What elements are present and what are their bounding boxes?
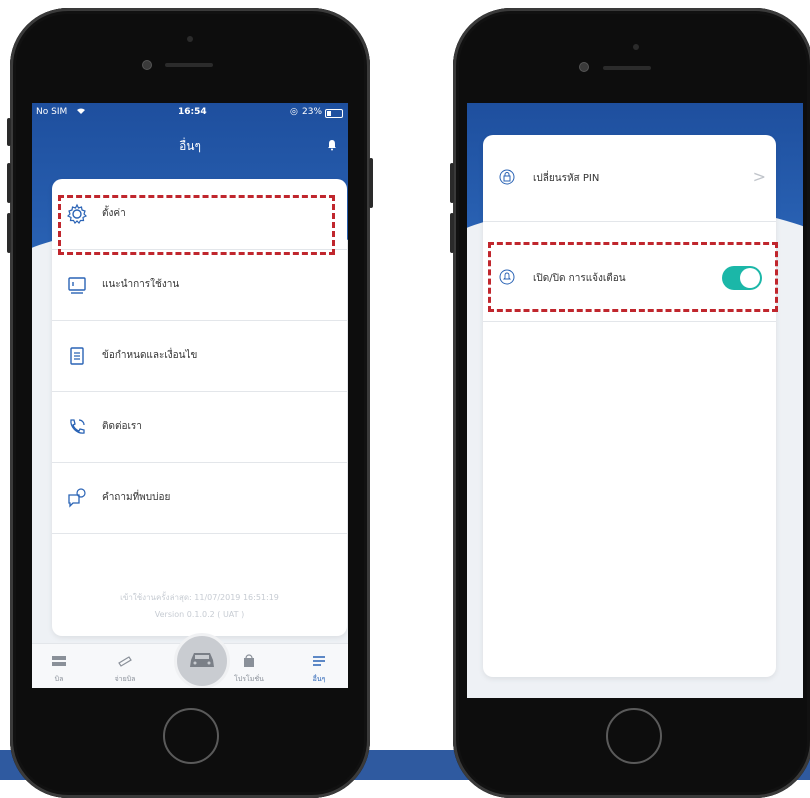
home-button (606, 708, 662, 764)
front-camera (579, 62, 589, 72)
tab-label: จ่ายบิล (114, 675, 136, 683)
chevron-right-icon: > (752, 167, 766, 186)
phone-icon (70, 419, 85, 434)
bill-icon (52, 656, 66, 666)
bag-icon (244, 654, 254, 667)
tab-pay-bill[interactable]: จ่ายบิล (100, 644, 150, 688)
earpiece-speaker (165, 63, 213, 67)
tab-others[interactable]: อื่นๆ (294, 644, 344, 688)
document-icon (70, 347, 84, 365)
tab-promotion[interactable]: โปรโมชั่น (224, 644, 274, 688)
last-login-text: เข้าใช้งานครั้งล่าสุด: 11/07/2019 16:51:… (120, 593, 279, 602)
screen-settings: เปลี่ยนรหัส PIN > เปิด/ปิด การแจ้งเตือน (467, 103, 803, 698)
settings-card: เปลี่ยนรหัส PIN > เปิด/ปิด การแจ้งเตือน (483, 135, 776, 677)
setting-label: เปลี่ยนรหัส PIN (533, 173, 600, 184)
status-time: 16:54 (178, 107, 207, 117)
car-icon (190, 653, 214, 667)
menu-item-contact[interactable]: ติดต่อเรา (52, 392, 347, 463)
menu-item-faq[interactable]: คำถามที่พบบ่อย (52, 463, 347, 534)
faq-icon (68, 488, 86, 508)
volume-down-button (450, 213, 454, 253)
version-text: Version 0.1.0.2 ( UAT ) (154, 610, 245, 619)
battery-icon (325, 109, 343, 118)
menu-item-label: แนะนำการใช้งาน (102, 279, 180, 290)
home-button (163, 708, 219, 764)
tab-label: บิล (54, 675, 64, 683)
lock-icon (499, 169, 515, 185)
carrier-label: No SIM (36, 107, 68, 117)
battery-percent: 23% (302, 107, 323, 117)
menu-item-terms[interactable]: ข้อกำหนดและเงื่อนไข (52, 321, 347, 392)
setting-change-pin[interactable]: เปลี่ยนรหัส PIN > (483, 135, 776, 222)
phone-frame-right: เปลี่ยนรหัส PIN > เปิด/ปิด การแจ้งเตือน (450, 8, 810, 798)
earpiece-speaker (603, 66, 651, 70)
screen-others-menu: No SIM 16:54 ◎ 23% อื่นๆ ตั้งค่า แนะนำกา… (32, 103, 348, 688)
volume-down-button (7, 213, 11, 253)
tab-label: โปรโมชั่น (234, 675, 264, 683)
volume-up-button (7, 163, 11, 203)
notification-bell-icon[interactable] (326, 139, 338, 151)
book-icon (68, 277, 86, 294)
volume-up-button (450, 163, 454, 203)
menu-item-label: ติดต่อเรา (102, 421, 142, 432)
menu-item-label: ข้อกำหนดและเงื่อนไข (102, 350, 198, 361)
tab-car-center-button[interactable] (174, 633, 230, 688)
orientation-lock-icon: ◎ (290, 107, 298, 117)
menu-icon (313, 656, 325, 666)
highlight-settings (58, 195, 335, 255)
tab-bill[interactable]: บิล (34, 644, 84, 688)
status-bar: No SIM 16:54 ◎ 23% (32, 107, 348, 121)
card-icon (118, 656, 132, 667)
mute-switch (7, 118, 11, 146)
phone-frame-left: No SIM 16:54 ◎ 23% อื่นๆ ตั้งค่า แนะนำกา… (7, 8, 373, 798)
top-sensor (187, 36, 193, 42)
page-title: อื่นๆ (179, 139, 201, 153)
top-sensor (633, 44, 639, 50)
power-button (369, 158, 373, 208)
menu-item-guide[interactable]: แนะนำการใช้งาน (52, 250, 347, 321)
wifi-icon (76, 107, 86, 118)
menu-item-label: คำถามที่พบบ่อย (102, 492, 171, 503)
highlight-notification-toggle (488, 242, 778, 312)
front-camera (142, 60, 152, 70)
tab-label: อื่นๆ (312, 675, 326, 683)
